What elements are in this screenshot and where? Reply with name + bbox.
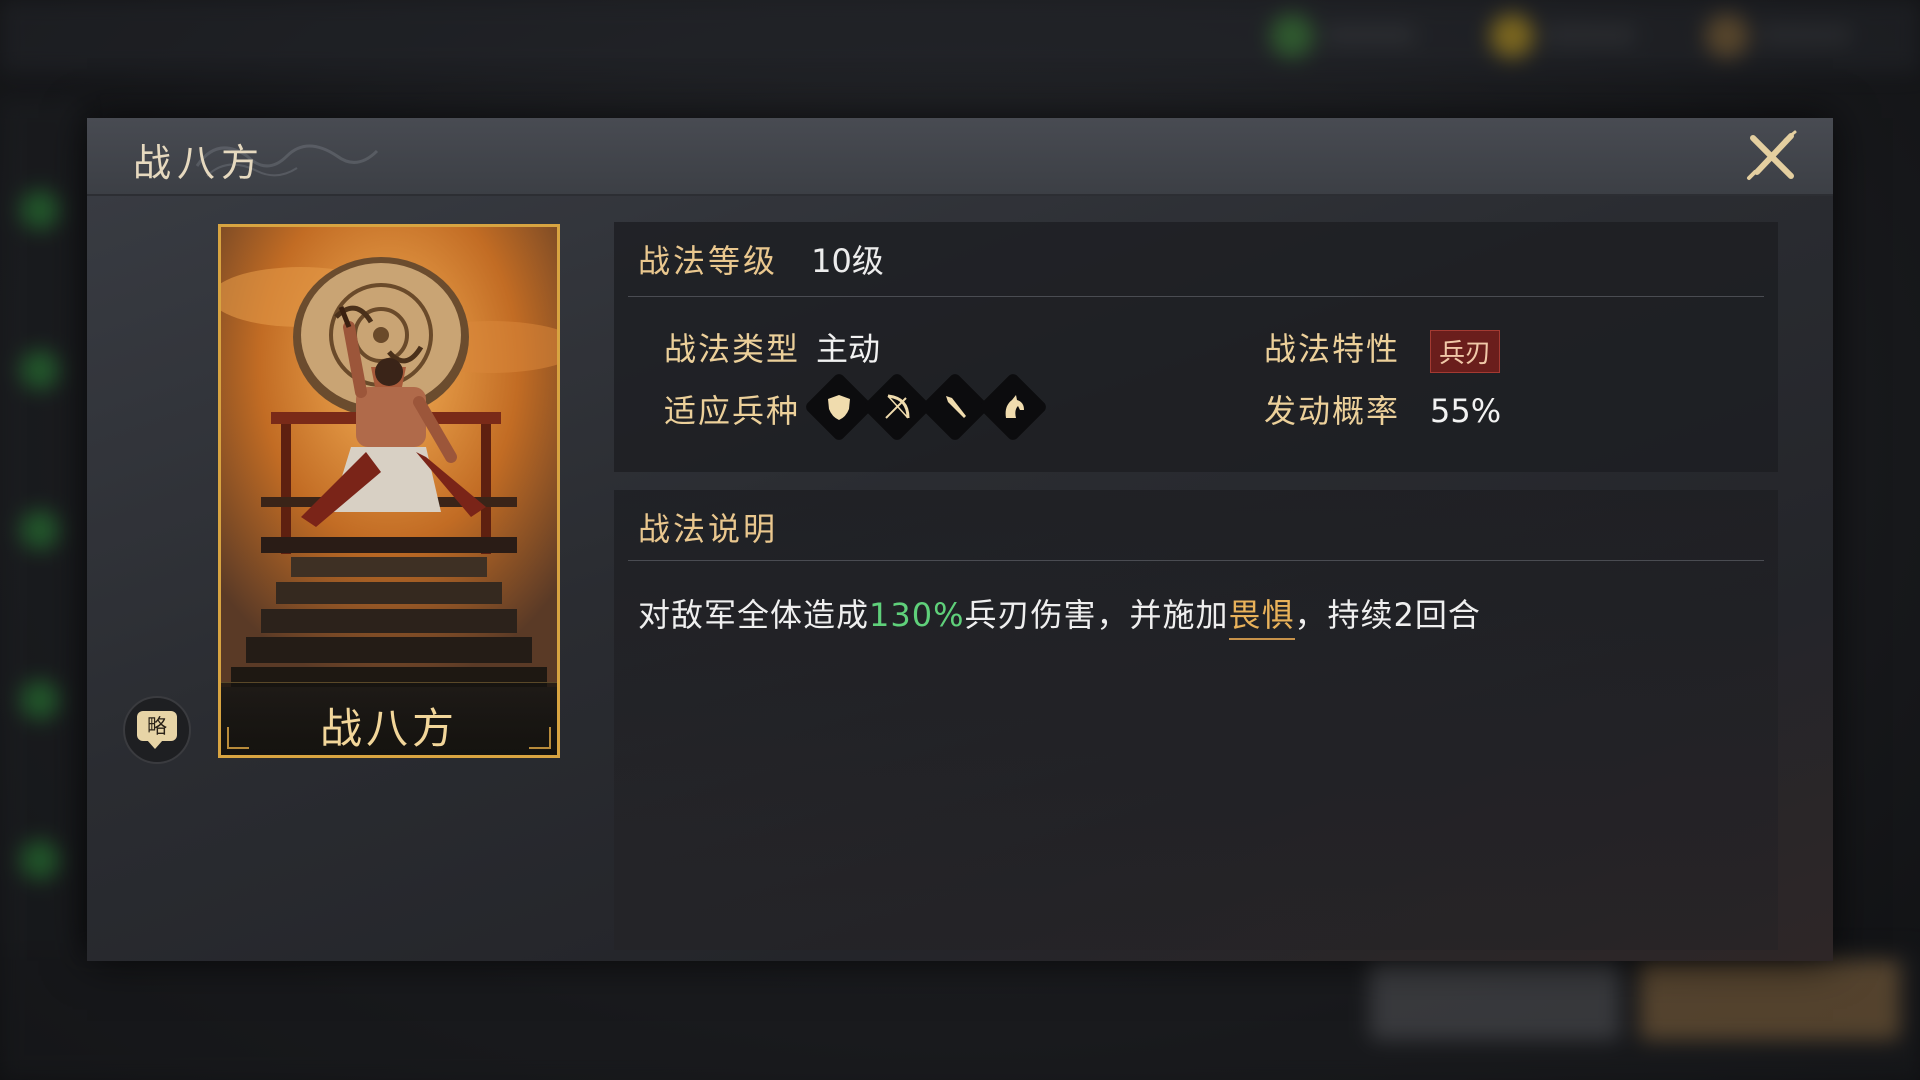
- background-resource-bar: [1760, 26, 1850, 44]
- activation-rate-field: 发动概率 55%: [1264, 386, 1501, 432]
- background-resource-icon: [1270, 14, 1314, 58]
- description-part: 对敌军全体造成: [638, 596, 870, 634]
- skill-trait-field: 战法特性 兵刃: [1264, 324, 1501, 373]
- background-status-dot: [20, 840, 60, 880]
- speech-tail: [147, 740, 163, 749]
- troop-icons: [803, 371, 1049, 443]
- background-resource-icon: [1705, 14, 1749, 58]
- background-status-dot: [20, 350, 60, 390]
- description-title: 战法说明: [638, 510, 779, 548]
- skill-type-value: 主动: [816, 330, 881, 368]
- card-name-bar: 战八方: [221, 682, 557, 755]
- description-title-row: 战法说明: [638, 504, 778, 550]
- troop-type-label: 适应兵种: [664, 392, 801, 430]
- damage-percent: 130%: [869, 596, 965, 634]
- troop-type-field: 适应兵种: [664, 386, 800, 432]
- background-resource-bar: [1545, 26, 1635, 44]
- horse-icon: [977, 371, 1049, 443]
- dialog-title: 战八方: [133, 141, 266, 185]
- background-status-dot: [20, 190, 60, 230]
- description-part: ，持续2回合: [1294, 596, 1481, 634]
- activation-rate-value: 55%: [1430, 392, 1502, 430]
- card-corner-ornament: [227, 727, 249, 749]
- close-button[interactable]: [1745, 128, 1801, 184]
- skill-trait-tag: 兵刃: [1430, 329, 1501, 373]
- skill-type-label: 战法类型: [664, 330, 801, 368]
- strategy-button[interactable]: 略: [123, 696, 191, 764]
- background-status-dot: [20, 680, 60, 720]
- skill-trait-label: 战法特性: [1264, 330, 1401, 368]
- background-button: [1640, 960, 1900, 1040]
- description-text: 对敌军全体造成130%兵刃伤害，并施加畏惧，持续2回合: [638, 590, 1481, 640]
- dialog-header: 战八方: [87, 118, 1833, 196]
- activation-rate-label: 发动概率: [1264, 392, 1401, 430]
- description-part: 兵刃伤害，并施加: [964, 596, 1229, 634]
- strategy-bubble-icon: 略: [137, 711, 177, 741]
- background-button: [1370, 960, 1620, 1040]
- skill-description-panel: 战法说明 对敌军全体造成130%兵刃伤害，并施加畏惧，持续2回合: [614, 490, 1778, 950]
- skill-type-field: 战法类型 主动: [664, 324, 880, 370]
- background-resource-bar: [1325, 26, 1415, 44]
- skill-card: 战八方: [218, 224, 560, 758]
- skill-level-value: 10级: [811, 242, 884, 280]
- divider: [628, 296, 1764, 297]
- close-icon: [1747, 130, 1797, 180]
- background-bottom-bar: [0, 950, 1920, 1080]
- background-resource-icon: [1490, 14, 1534, 58]
- skill-level-row: 战法等级 10级: [638, 236, 884, 282]
- skill-info-panel: 战法等级 10级 战法类型 主动 战法特性 兵刃 适应兵种 发动概率 55%: [614, 222, 1778, 472]
- card-corner-ornament: [529, 727, 551, 749]
- divider: [628, 560, 1764, 561]
- skill-detail-dialog: 战八方 战八方 略 战法等级 10级 战法类型 主动 战法特性 兵刃 适应兵种 …: [87, 118, 1833, 961]
- skill-level-label: 战法等级: [638, 242, 779, 280]
- card-name: 战八方: [319, 704, 458, 753]
- background-status-dot: [20, 510, 60, 550]
- drummer-illustration: [221, 227, 557, 687]
- fear-effect-link[interactable]: 畏惧: [1228, 596, 1295, 640]
